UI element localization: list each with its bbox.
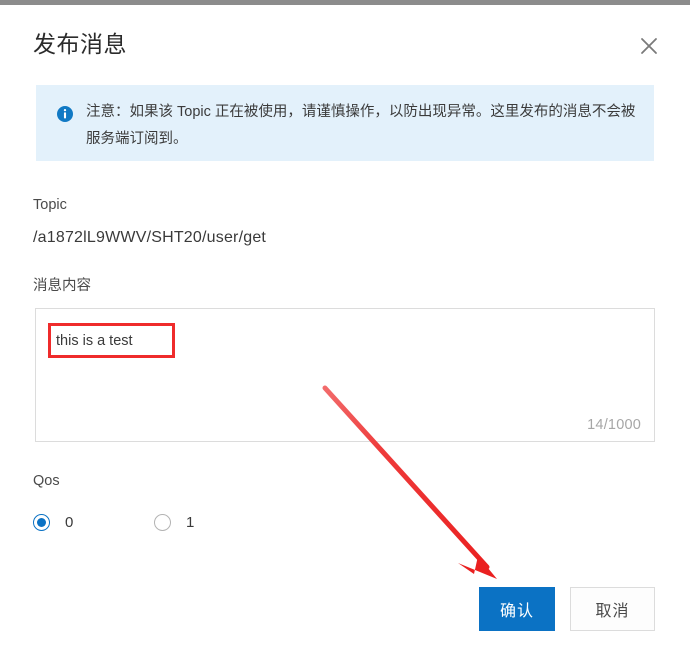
qos-label: Qos (33, 473, 60, 489)
close-icon[interactable] (634, 31, 664, 61)
message-content-input[interactable]: this is a test 14/1000 (35, 308, 655, 442)
message-content-value: this is a test (56, 333, 133, 349)
topic-label: Topic (33, 197, 67, 213)
radio-selected-icon (33, 513, 50, 531)
topic-value: /a1872lL9WWV/SHT20/user/get (33, 229, 267, 246)
publish-message-dialog: 发布消息 注意：如果该 Topic 正在被使用，请谨慎操作，以防出现异常。这里发… (0, 5, 690, 646)
message-content-label: 消息内容 (33, 278, 91, 294)
dialog-title: 发布消息 (33, 31, 127, 57)
qos-radio-1-label: 1 (186, 513, 195, 531)
qos-radio-group: 0 1 (33, 510, 313, 534)
info-alert-text: 注意：如果该 Topic 正在被使用，请谨慎操作，以防出现异常。这里发布的消息不… (86, 104, 636, 147)
confirm-button[interactable]: 确认 (479, 587, 555, 631)
qos-radio-1[interactable]: 1 (154, 510, 194, 534)
character-counter: 14/1000 (587, 417, 641, 433)
cancel-button[interactable]: 取消 (570, 587, 655, 631)
qos-radio-0-label: 0 (65, 513, 74, 531)
radio-unselected-icon (154, 513, 171, 531)
qos-radio-0[interactable]: 0 (33, 510, 73, 534)
info-circle-icon (57, 106, 73, 122)
info-alert: 注意：如果该 Topic 正在被使用，请谨慎操作，以防出现异常。这里发布的消息不… (36, 85, 654, 161)
